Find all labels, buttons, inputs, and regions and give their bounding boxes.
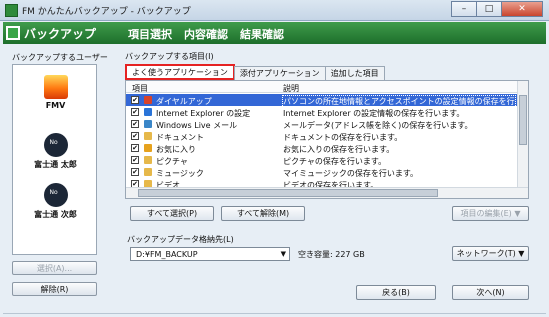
- tab-bundled-apps[interactable]: 添付アプリケーション: [233, 66, 326, 80]
- destination-path: D:¥FM_BACKUP: [136, 250, 198, 259]
- mail-icon: [144, 120, 152, 128]
- backup-logo-icon: [6, 26, 20, 40]
- user-name: 富士通 次郎: [34, 210, 77, 219]
- list-item[interactable]: ✔ダイヤルアップパソコンの所在地情報とアクセスポイントの設定情報の保存を行います…: [126, 94, 518, 108]
- wizard-steps: 項目選択 内容確認 結果確認: [128, 26, 296, 42]
- user-avatar-icon: [43, 183, 68, 207]
- list-item[interactable]: ✔ ミュージック マイミュージックの保存を行います。: [126, 166, 518, 178]
- window-titlebar: FM かんたんバックアップ - バックアップ – □ ✕: [0, 0, 549, 21]
- favorites-star-icon: [144, 144, 152, 152]
- select-user-button[interactable]: 選択(A)...: [12, 261, 97, 275]
- user-list[interactable]: FMV 富士通 太郎 富士通 次郎: [12, 64, 97, 255]
- maximize-button[interactable]: □: [476, 1, 502, 17]
- music-folder-icon: [144, 168, 152, 176]
- item-checkbox[interactable]: ✔: [131, 156, 139, 164]
- user-name: FMV: [45, 101, 66, 110]
- horizontal-scroll-thumb[interactable]: [138, 189, 438, 197]
- close-button[interactable]: ✕: [501, 1, 543, 17]
- list-item[interactable]: ✔ お気に入り お気に入りの保存を行います。: [126, 142, 518, 154]
- backup-item-list[interactable]: 項目 説明 ✔ ダイヤルアップ パソコンの所在地情報とアクセスポイントの設定情報の保…: [125, 80, 529, 199]
- window-title: FM かんたんバックアップ - バックアップ: [22, 7, 191, 17]
- tab-added-items[interactable]: 追加した項目: [324, 66, 385, 80]
- user-item-taro[interactable]: 富士通 太郎: [13, 133, 98, 170]
- backup-items-label: バックアップする項目(I): [125, 52, 214, 61]
- select-all-button[interactable]: すべて選択(P): [130, 206, 214, 221]
- user-name: 富士通 太郎: [34, 160, 77, 169]
- free-space: 空き容量: 227 GB: [298, 250, 365, 259]
- edit-item-button[interactable]: 項目の編集(E) ▼: [452, 206, 529, 221]
- wizard-header: バックアップ 項目選択 内容確認 結果確認: [3, 22, 546, 44]
- vertical-scroll-thumb[interactable]: [519, 95, 527, 145]
- list-item[interactable]: ✔ Internet Explorer の設定 Internet Explorer …: [126, 106, 518, 118]
- item-checkbox[interactable]: ✔: [131, 168, 139, 176]
- list-item[interactable]: ✔ ドキュメント ドキュメントの保存を行います。: [126, 130, 518, 142]
- step-result-confirm: 結果確認: [240, 28, 284, 41]
- flame-avatar-icon: [43, 75, 68, 99]
- next-button[interactable]: 次へ(N): [452, 285, 529, 300]
- minimize-button[interactable]: –: [451, 1, 477, 17]
- destination-combobox[interactable]: D:¥FM_BACKUP ▼: [130, 247, 290, 261]
- bottom-border: [3, 313, 546, 314]
- column-header-description[interactable]: 説明: [283, 83, 299, 94]
- item-checkbox[interactable]: ✔: [131, 144, 139, 152]
- remove-user-button[interactable]: 解除(R): [12, 282, 97, 296]
- ie-icon: [144, 108, 152, 116]
- list-header: 項目 説明: [126, 81, 518, 93]
- user-item-jiro[interactable]: 富士通 次郎: [13, 183, 98, 220]
- horizontal-scrollbar[interactable]: [126, 187, 528, 198]
- document-folder-icon: [144, 132, 152, 140]
- item-tabs: よく使うアプリケーション 添付アプリケーション 追加した項目: [125, 64, 385, 80]
- item-checkbox[interactable]: ✔: [131, 108, 139, 116]
- step-content-confirm: 内容確認: [184, 28, 228, 41]
- window-controls: – □ ✕: [451, 1, 543, 17]
- list-item[interactable]: ✔ Windows Live メール メールデータ(アドレス帳を除く)の保存を行いま…: [126, 118, 518, 130]
- app-icon: [5, 4, 18, 17]
- user-panel: バックアップするユーザー(U) FMV 富士通 太郎 富士通 次郎 選択(A).…: [5, 50, 110, 312]
- user-avatar-icon: [43, 133, 68, 157]
- step-item-select: 項目選択: [128, 28, 172, 41]
- pictures-folder-icon: [144, 156, 152, 164]
- user-item-fmv[interactable]: FMV: [13, 75, 98, 110]
- item-checkbox[interactable]: ✔: [131, 120, 139, 128]
- item-checkbox[interactable]: ✔: [131, 132, 139, 140]
- item-checkbox[interactable]: ✔: [131, 96, 139, 104]
- column-header-item[interactable]: 項目: [132, 83, 148, 94]
- network-button[interactable]: ネットワーク(T) ▼: [452, 246, 529, 261]
- deselect-all-button[interactable]: すべて解除(M): [221, 206, 305, 221]
- brand: バックアップ: [6, 24, 96, 42]
- destination-label: バックアップデータ格納先(L): [127, 235, 234, 244]
- tab-frequent-apps[interactable]: よく使うアプリケーション: [125, 64, 235, 80]
- dialup-icon: [144, 96, 152, 104]
- vertical-scrollbar[interactable]: [517, 81, 528, 188]
- back-button[interactable]: 戻る(B): [356, 285, 436, 300]
- list-item[interactable]: ✔ ピクチャ ピクチャの保存を行います。: [126, 154, 518, 166]
- brand-title: バックアップ: [24, 26, 97, 41]
- chevron-down-icon: ▼: [280, 250, 286, 258]
